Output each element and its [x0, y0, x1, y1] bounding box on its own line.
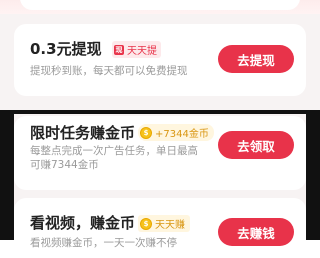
task-claim-button[interactable]: 去领取: [218, 131, 294, 159]
video-subtitle: 看视频赚金币，一天一次赚不停: [30, 237, 177, 249]
gold-coin-icon: $: [140, 217, 152, 230]
task-card: 限时任务赚金币 $ +7344金币 每整点完成一次广告任务，单日最高 可赚734…: [14, 116, 306, 190]
gold-coin-icon: $: [140, 126, 152, 139]
video-tag: $ 天天赚: [138, 215, 190, 232]
video-title: 看视频，赚金币: [30, 214, 136, 232]
task-subtitle-line2: 可赚7344金币: [30, 159, 99, 171]
withdraw-card: 0.3元提现 现 天天提 提现秒到账，每天都可以免费提现 去提现: [14, 24, 306, 96]
video-earn-button[interactable]: 去赚钱: [218, 218, 294, 246]
withdraw-title: 0.3元提现: [30, 40, 102, 58]
withdraw-subtitle: 提现秒到账，每天都可以免费提现: [30, 65, 188, 77]
withdraw-button[interactable]: 去提现: [218, 45, 294, 73]
task-title: 限时任务赚金币: [30, 124, 136, 142]
task-subtitle-line1: 每整点完成一次广告任务，单日最高: [30, 145, 198, 157]
withdraw-tag: 现 天天提: [112, 41, 161, 58]
previous-card-edge: [20, 0, 300, 10]
withdraw-tag-label: 天天提: [127, 46, 157, 57]
task-reward-label: +7344金币: [155, 129, 209, 140]
red-packet-icon: 现: [114, 44, 124, 55]
video-tag-label: 天天赚: [155, 220, 185, 231]
video-card: 看视频，赚金币 $ 天天赚 看视频赚金币，一天一次赚不停 去赚钱: [14, 198, 306, 258]
task-reward-badge: $ +7344金币: [138, 124, 214, 141]
